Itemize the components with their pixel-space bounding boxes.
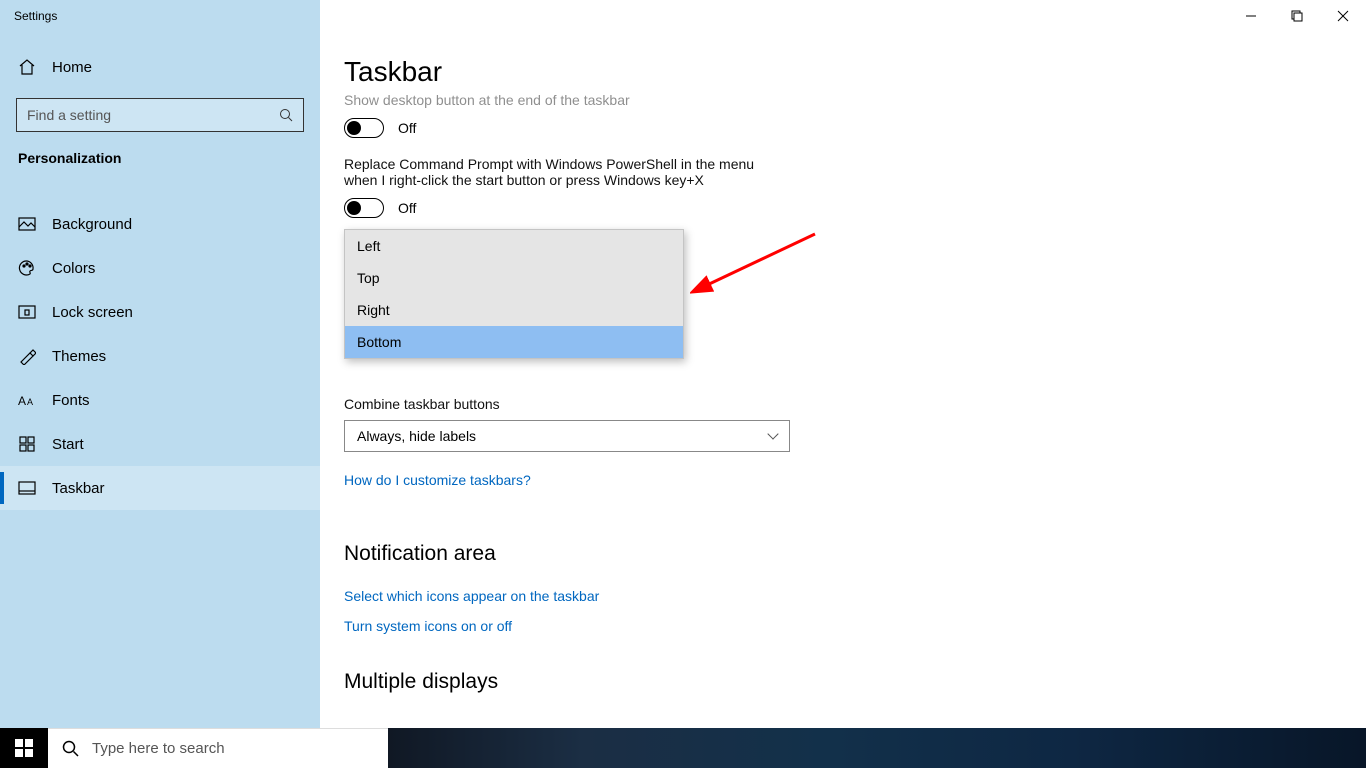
taskbar-search[interactable]: Type here to search	[48, 728, 388, 768]
search-icon	[279, 108, 293, 122]
sidebar-item-label: Colors	[52, 260, 95, 277]
select-combine-value: Always, hide labels	[357, 428, 476, 444]
sidebar-item-colors[interactable]: Colors	[0, 246, 320, 290]
minimize-button[interactable]	[1228, 0, 1274, 32]
fonts-icon: AA	[18, 391, 36, 409]
dropdown-option-left[interactable]: Left	[345, 230, 683, 262]
setting-show-desktop-label: Show desktop button at the end of the ta…	[344, 92, 1040, 108]
link-select-icons[interactable]: Select which icons appear on the taskbar	[344, 588, 599, 604]
chevron-down-icon	[767, 428, 778, 439]
search-placeholder: Find a setting	[27, 107, 279, 123]
search-input[interactable]: Find a setting	[16, 98, 304, 132]
sidebar-item-label: Taskbar	[52, 480, 105, 497]
link-system-icons[interactable]: Turn system icons on or off	[344, 618, 512, 634]
sidebar-item-fonts[interactable]: AA Fonts	[0, 378, 320, 422]
sidebar-item-lockscreen[interactable]: Lock screen	[0, 290, 320, 334]
setting-combine-label: Combine taskbar buttons	[344, 396, 1040, 412]
sidebar-item-label: Background	[52, 216, 132, 233]
toggle-show-desktop[interactable]	[344, 118, 384, 138]
svg-text:A: A	[18, 394, 26, 407]
taskbar-search-placeholder: Type here to search	[92, 740, 225, 757]
home-label: Home	[52, 59, 92, 76]
select-combine-buttons[interactable]: Always, hide labels	[344, 420, 790, 452]
home-icon	[18, 58, 36, 76]
taskbar-icon	[18, 479, 36, 497]
sidebar-home[interactable]: Home	[0, 48, 320, 86]
dropdown-taskbar-location[interactable]: Left Top Right Bottom	[344, 229, 684, 359]
main-content: Taskbar Show desktop button at the end o…	[320, 0, 1366, 768]
section-multiple-displays: Multiple displays	[344, 670, 1040, 694]
sidebar-item-taskbar[interactable]: Taskbar	[0, 466, 320, 510]
page-title: Taskbar	[320, 56, 1366, 88]
sidebar-item-label: Themes	[52, 348, 106, 365]
sidebar-item-start[interactable]: Start	[0, 422, 320, 466]
sidebar-item-themes[interactable]: Themes	[0, 334, 320, 378]
sidebar-item-label: Lock screen	[52, 304, 133, 321]
themes-icon	[18, 347, 36, 365]
sidebar-category: Personalization	[0, 146, 320, 174]
svg-text:A: A	[27, 397, 33, 407]
palette-icon	[18, 259, 36, 277]
maximize-button[interactable]	[1274, 0, 1320, 32]
sidebar-item-label: Fonts	[52, 392, 90, 409]
search-icon	[62, 740, 80, 758]
sidebar-item-label: Start	[52, 436, 84, 453]
link-help-customize[interactable]: How do I customize taskbars?	[344, 472, 531, 488]
dropdown-option-top[interactable]: Top	[345, 262, 683, 294]
toggle-show-desktop-state: Off	[398, 120, 416, 136]
close-button[interactable]	[1320, 0, 1366, 32]
taskbar-apps-area[interactable]	[388, 728, 1366, 768]
picture-icon	[18, 215, 36, 233]
start-icon	[18, 435, 36, 453]
windows-taskbar: Type here to search	[0, 728, 1366, 768]
sidebar: Home Find a setting Personalization Back…	[0, 0, 320, 768]
titlebar: Settings	[0, 0, 1366, 32]
dropdown-option-bottom[interactable]: Bottom	[345, 326, 683, 358]
section-notification-area: Notification area	[344, 542, 1040, 566]
toggle-powershell-state: Off	[398, 200, 416, 216]
lockscreen-icon	[18, 303, 36, 321]
dropdown-option-right[interactable]: Right	[345, 294, 683, 326]
window-title: Settings	[0, 9, 57, 23]
start-button[interactable]	[0, 728, 48, 768]
toggle-powershell[interactable]	[344, 198, 384, 218]
setting-powershell-label: Replace Command Prompt with Windows Powe…	[344, 156, 764, 188]
sidebar-item-background[interactable]: Background	[0, 202, 320, 246]
